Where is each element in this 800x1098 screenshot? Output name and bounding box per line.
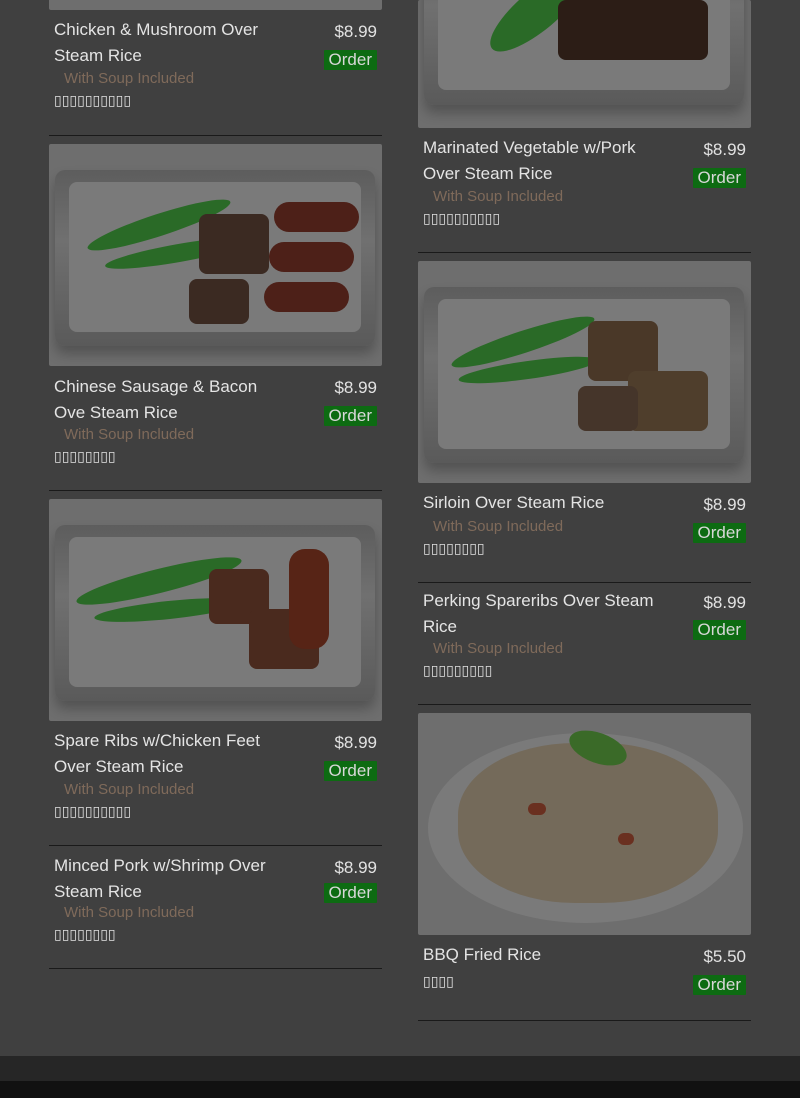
dish-photo[interactable] — [418, 713, 751, 935]
chinese-name: ▯▯▯▯▯▯▯▯▯▯ — [423, 211, 501, 227]
order-button[interactable]: Order — [692, 168, 746, 188]
dish-photo[interactable] — [49, 0, 382, 10]
order-button[interactable]: Order — [323, 406, 377, 426]
order-button[interactable]: Order — [323, 50, 377, 70]
item-name: Minced Pork w/Shrimp Over Steam Rice — [54, 856, 266, 901]
item-price: $5.50 — [703, 947, 746, 966]
chinese-name: ▯▯▯▯▯▯▯▯ — [423, 541, 485, 557]
chinese-name: ▯▯▯▯▯▯▯▯▯▯ — [54, 93, 132, 109]
item-name: Spare Ribs w/Chicken Feet Over Steam Ric… — [54, 731, 260, 776]
chinese-name: ▯▯▯▯ — [423, 974, 454, 990]
item-price: $8.99 — [703, 593, 746, 612]
menu-item: Marinated Vegetable w/Pork Over Steam Ri… — [418, 128, 751, 253]
chinese-name: ▯▯▯▯▯▯▯▯▯▯ — [54, 804, 132, 820]
menu-overlay: Chicken & Mushroom Over Steam Rice $8.99… — [0, 0, 800, 1056]
menu-item: BBQ Fried Rice $5.50 Order ▯▯▯▯ — [418, 935, 751, 1021]
soup-note: With Soup Included — [433, 518, 564, 535]
order-button[interactable]: Order — [692, 523, 746, 543]
item-price: $8.99 — [703, 495, 746, 514]
order-button[interactable]: Order — [323, 761, 377, 781]
chinese-name: ▯▯▯▯▯▯▯▯ — [54, 449, 116, 465]
order-button[interactable]: Order — [692, 975, 746, 995]
dish-photo[interactable] — [418, 261, 751, 483]
soup-note: With Soup Included — [64, 904, 195, 921]
menu-item: Chinese Sausage & Bacon Ove Steam Rice $… — [49, 366, 382, 491]
footer-bar — [0, 1056, 800, 1081]
item-price: $8.99 — [334, 858, 377, 877]
item-name: BBQ Fried Rice — [423, 945, 542, 964]
footer-strip — [0, 1081, 800, 1098]
item-name: Marinated Vegetable w/Pork Over Steam Ri… — [423, 138, 636, 183]
item-name: Chicken & Mushroom Over Steam Rice — [54, 20, 259, 65]
menu-item: Chicken & Mushroom Over Steam Rice $8.99… — [49, 10, 382, 136]
chinese-name: ▯▯▯▯▯▯▯▯▯ — [423, 663, 493, 679]
item-price: $8.99 — [334, 22, 377, 41]
menu-item: Perking Spareribs Over Steam Rice $8.99 … — [418, 583, 751, 705]
dish-photo[interactable] — [418, 0, 751, 128]
soup-note: With Soup Included — [64, 426, 195, 443]
soup-note: With Soup Included — [433, 188, 564, 205]
chinese-name: ▯▯▯▯▯▯▯▯ — [54, 927, 116, 943]
menu-item: Minced Pork w/Shrimp Over Steam Rice $8.… — [49, 846, 382, 969]
soup-note: With Soup Included — [433, 640, 564, 657]
menu-column-left: Chicken & Mushroom Over Steam Rice $8.99… — [49, 0, 382, 969]
item-name: Sirloin Over Steam Rice — [423, 493, 605, 512]
item-price: $8.99 — [334, 733, 377, 752]
soup-note: With Soup Included — [64, 70, 195, 87]
menu-item: Sirloin Over Steam Rice $8.99 Order With… — [418, 483, 751, 583]
order-button[interactable]: Order — [323, 883, 377, 903]
dish-photo[interactable] — [49, 499, 382, 721]
order-button[interactable]: Order — [692, 620, 746, 640]
menu-column-right: Marinated Vegetable w/Pork Over Steam Ri… — [418, 0, 751, 1021]
item-price: $8.99 — [334, 378, 377, 397]
dish-photo[interactable] — [49, 144, 382, 366]
soup-note: With Soup Included — [64, 781, 195, 798]
item-name: Perking Spareribs Over Steam Rice — [423, 591, 654, 636]
menu-item: Spare Ribs w/Chicken Feet Over Steam Ric… — [49, 721, 382, 846]
item-name: Chinese Sausage & Bacon Ove Steam Rice — [54, 377, 258, 422]
item-price: $8.99 — [703, 140, 746, 159]
